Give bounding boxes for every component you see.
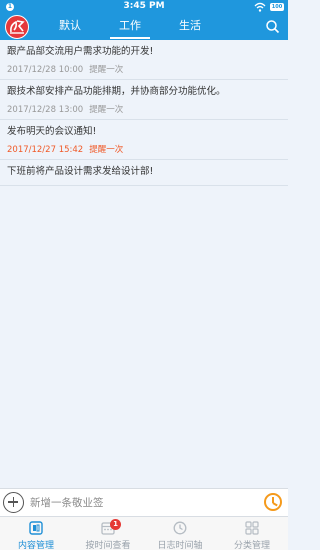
app-logo[interactable]	[5, 15, 29, 39]
nav-label: 内容管理	[17, 541, 54, 550]
note-content: 下班前将产品设计需求发给设计部!	[7, 166, 154, 177]
nav-log-timeline[interactable]: 日志时间轴	[144, 517, 216, 550]
note-meta: 2017/12/27 15:42 提醒一次	[7, 143, 281, 157]
content-manage-icon	[29, 521, 43, 535]
nav-content-management[interactable]: 内容管理	[0, 517, 72, 550]
note-meta: 2017/12/28 13:00 提醒一次	[7, 103, 281, 117]
note-date: 2017/12/28 13:00	[7, 105, 84, 115]
nav-label: 分类管理	[233, 541, 270, 550]
note-remind: 提醒一次	[89, 105, 124, 115]
status-bar: 1 3:45 PM 100	[0, 0, 288, 14]
clock-icon	[173, 521, 187, 535]
note-remind: 提醒一次	[89, 145, 124, 155]
bottom-nav: 内容管理 1 按时间查看 日志时间轴 分类管理	[0, 516, 288, 550]
list-item[interactable]: 下班前将产品设计需求发给设计部!	[0, 160, 288, 186]
list-item[interactable]: 跟产品部交流用户需求功能的开发! 2017/12/28 10:00 提醒一次	[0, 40, 288, 80]
nav-by-time[interactable]: 1 按时间查看	[72, 517, 144, 550]
logo-icon	[10, 20, 25, 34]
reminder-clock-icon[interactable]	[264, 493, 282, 511]
wifi-icon	[254, 2, 266, 12]
new-note-bar	[0, 488, 288, 516]
list-item[interactable]: 发布明天的会议通知! 2017/12/27 15:42 提醒一次	[0, 120, 288, 160]
tab-life[interactable]: 生活	[160, 14, 220, 40]
nav-label: 按时间查看	[85, 541, 131, 550]
search-icon[interactable]	[265, 19, 280, 34]
count-badge: 1	[110, 519, 121, 530]
note-date: 2017/12/28 10:00	[7, 65, 84, 75]
header: 默认 工作 生活	[0, 14, 288, 40]
grid-icon	[245, 521, 259, 535]
note-content: 发布明天的会议通知!	[7, 126, 97, 137]
battery-icon: 100	[270, 3, 284, 11]
tab-work[interactable]: 工作	[100, 14, 160, 40]
nav-label: 日志时间轴	[157, 541, 203, 550]
tab-default[interactable]: 默认	[40, 14, 100, 40]
note-list: 跟产品部交流用户需求功能的开发! 2017/12/28 10:00 提醒一次 跟技…	[0, 40, 288, 186]
note-content: 跟技术部安排产品功能排期，并协商部分功能优化。	[7, 86, 226, 97]
note-meta: 2017/12/28 10:00 提醒一次	[7, 63, 281, 77]
status-time: 3:45 PM	[123, 1, 165, 11]
note-content: 跟产品部交流用户需求功能的开发!	[7, 46, 154, 57]
new-note-input[interactable]	[30, 493, 248, 513]
note-date: 2017/12/27 15:42	[7, 145, 84, 155]
category-tabs: 默认 工作 生活	[40, 14, 220, 40]
add-button[interactable]	[3, 492, 24, 513]
list-item[interactable]: 跟技术部安排产品功能排期，并协商部分功能优化。 2017/12/28 13:00…	[0, 80, 288, 120]
nav-category-management[interactable]: 分类管理	[216, 517, 288, 550]
note-remind: 提醒一次	[89, 65, 124, 75]
